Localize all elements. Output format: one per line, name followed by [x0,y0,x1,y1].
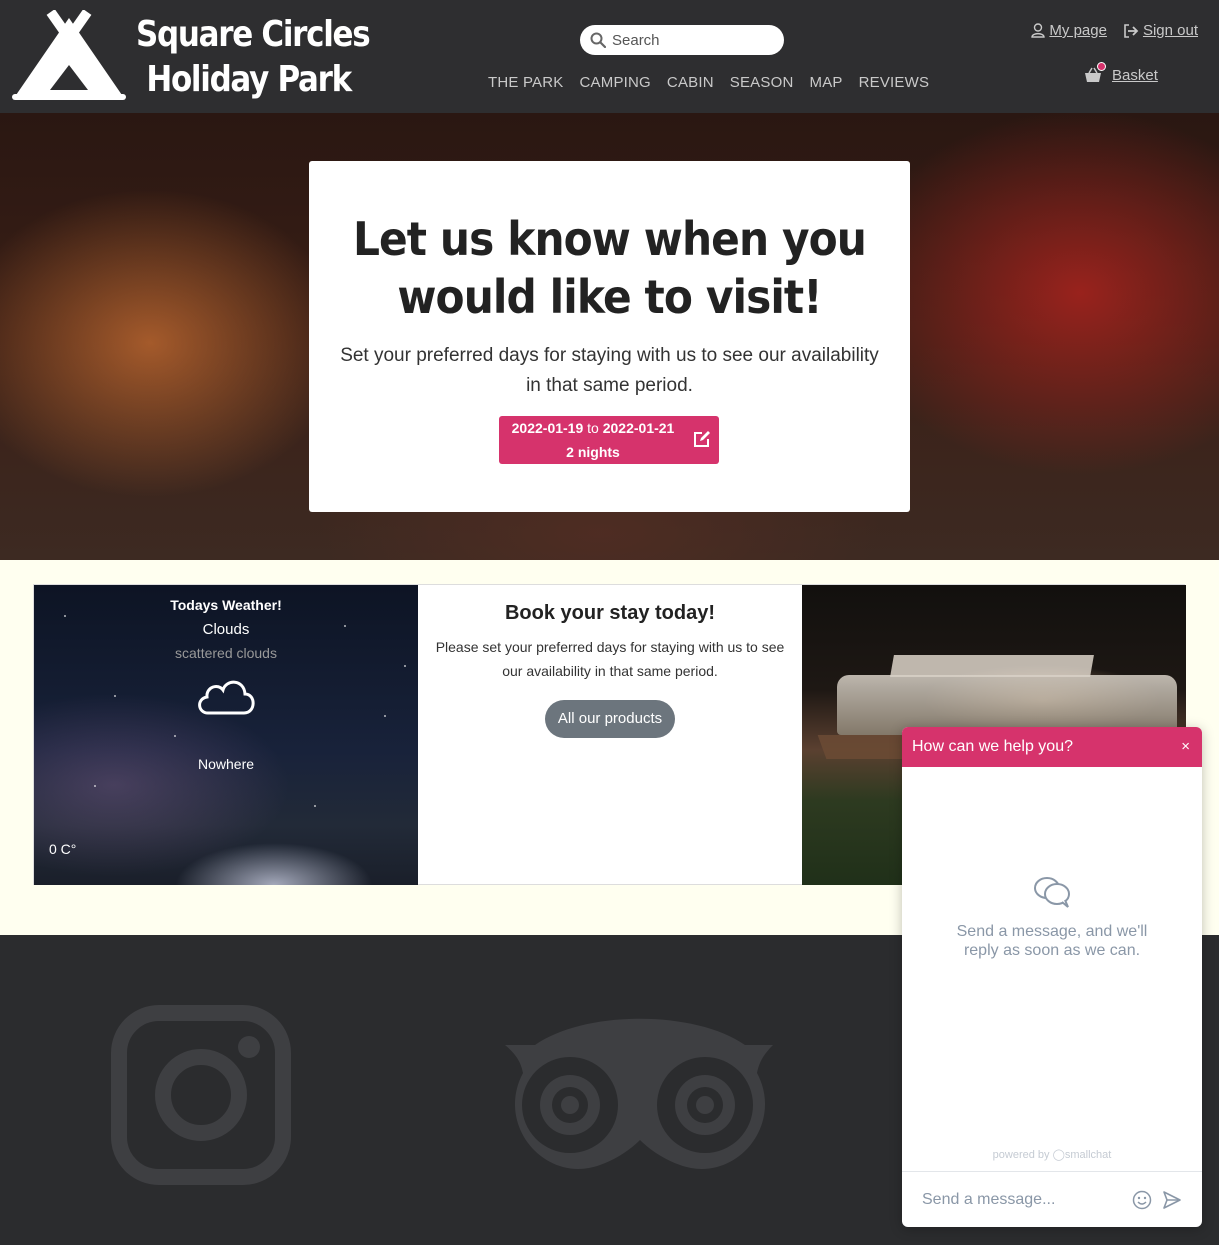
my-page-label: My page [1049,22,1107,39]
weather-title: Todays Weather! [170,597,282,613]
search-box[interactable] [580,25,784,55]
tripadvisor-icon[interactable] [505,1015,775,1175]
all-products-button[interactable]: All our products [544,700,676,738]
booking-panel: Book your stay today! Please set your pr… [418,585,802,885]
chat-widget: How can we help you? × Send a message, a… [902,727,1202,1227]
cloud-icon [198,680,255,715]
date-range: 2022-01-19 to 2022-01-21 [507,416,679,440]
logo-line2: Holiday Park [146,59,352,100]
main-nav: THE PARK CAMPING CABIN SEASON MAP REVIEW… [480,74,937,91]
sign-out-icon [1124,23,1139,38]
nav-camping[interactable]: CAMPING [572,74,659,91]
chat-title: How can we help you? [912,738,1073,755]
nav-season[interactable]: SEASON [722,74,802,91]
instagram-icon[interactable] [111,1005,291,1185]
chat-header: How can we help you? × [902,727,1202,767]
emoji-icon[interactable] [1132,1190,1152,1210]
hero-subtitle: Set your preferred days for staying with… [340,345,879,396]
booking-title: Book your stay today! [504,602,716,624]
date-to: 2022-01-21 [602,420,675,436]
sign-out-label: Sign out [1142,22,1198,39]
weather-description: scattered clouds [175,645,277,661]
chat-empty-state: Send a message, and we'll reply as soon … [902,875,1202,960]
sign-out-link[interactable]: Sign out [1123,22,1198,39]
basket[interactable]: Basket [1084,62,1158,84]
nights-count: 2 nights [566,444,620,460]
logo-text: Square Circles Holiday Park [136,12,371,102]
hero-title-line1: Let us know when you [352,212,867,266]
basket-link[interactable]: Basket [1112,67,1158,84]
basket-badge [1097,62,1106,71]
chat-message-input[interactable] [922,1190,1122,1209]
logo-line1: Square Circles [136,14,371,55]
edit-icon [694,431,710,447]
hero-title-line2: would like to visit! [397,270,822,324]
chat-powered-by: powered by ◯smallchat [992,1149,1112,1161]
user-icon [1031,23,1046,38]
user-links: My page Sign out [1031,22,1198,39]
date-from: 2022-01-19 [511,420,584,436]
nav-the-park[interactable]: THE PARK [480,74,572,91]
tent-logo-icon [12,10,126,100]
chat-bubbles-icon [1034,877,1070,908]
my-page-link[interactable]: My page [1031,22,1107,39]
weather-panel: Todays Weather! Clouds scattered clouds … [34,585,418,885]
search-input[interactable] [612,31,772,49]
send-icon[interactable] [1162,1190,1182,1210]
date-range-button[interactable]: 2022-01-19 to 2022-01-21 2 nights [499,416,719,464]
logo[interactable]: Square Circles Holiday Park [12,8,371,103]
date-separator: to [587,420,599,436]
photo-caravan [837,675,1177,735]
weather-temperature: 0 C° [49,841,77,857]
photo-awning [890,655,1094,677]
hero-banner: Let us know when you would like to visit… [0,113,1219,560]
hero-card: Let us know when you would like to visit… [309,161,910,512]
search-icon [590,32,606,48]
weather-location: Nowhere [197,756,255,772]
chat-close-icon[interactable]: × [1181,727,1190,767]
chat-input-bar [902,1171,1202,1227]
site-header: Square Circles Holiday Park THE PARK CAM… [0,0,1219,113]
hero-title: Let us know when you would like to visit… [333,210,886,326]
nav-cabin[interactable]: CABIN [659,74,722,91]
weather-main: Clouds [202,621,250,638]
chat-empty-text: Send a message, and we'll reply as soon … [956,923,1148,959]
nav-map[interactable]: MAP [802,74,851,91]
nav-reviews[interactable]: REVIEWS [851,74,938,91]
basket-icon [1084,62,1106,84]
booking-text: Please set your preferred days for stayi… [435,639,785,679]
